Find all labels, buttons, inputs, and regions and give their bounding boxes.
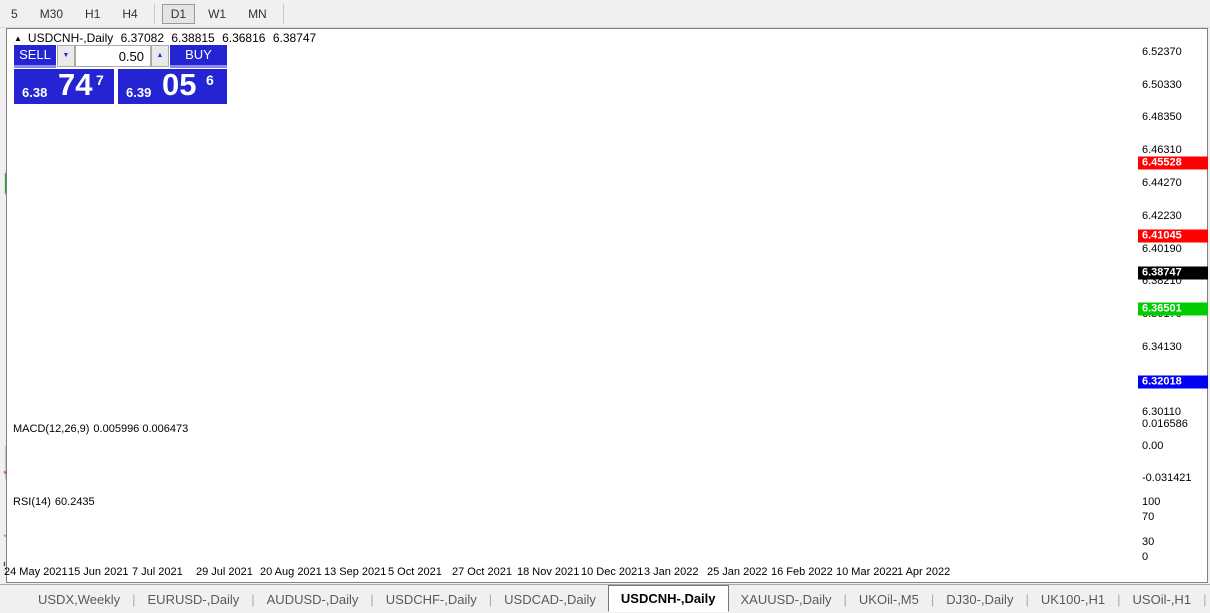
- tab-usdcad-daily[interactable]: USDCAD-,Daily: [492, 588, 608, 611]
- chart-symbol-label: USDCNH-,Daily: [28, 31, 113, 45]
- volume-decrease-button[interactable]: ▼: [57, 45, 75, 67]
- buy-price-box[interactable]: 6.39 05 6: [118, 69, 227, 104]
- ohlc-low: 6.36816: [222, 31, 265, 45]
- buy-button[interactable]: BUY: [170, 45, 227, 68]
- rsi-label: RSI(14)60.2435: [13, 496, 99, 508]
- timeframe-button-5[interactable]: 5: [2, 4, 27, 24]
- macd-axis-label: 0.016586: [1142, 418, 1188, 430]
- timeframe-button-w1[interactable]: W1: [199, 4, 235, 24]
- sell-price-box[interactable]: 6.38 74 7: [14, 69, 114, 104]
- date-axis-label: 24 May 2021: [4, 566, 68, 578]
- macd-axis-label: 0.00: [1142, 440, 1163, 452]
- rsi-axis-label: 0: [1142, 551, 1148, 563]
- chart-title: ▲ USDCNH-,Daily 6.37082 6.38815 6.36816 6…: [14, 31, 320, 45]
- ohlc-close: 6.38747: [273, 31, 316, 45]
- timeframe-button-d1[interactable]: D1: [162, 4, 195, 24]
- volume-input[interactable]: [75, 45, 151, 67]
- price-axis-label: 6.52370: [1142, 46, 1182, 58]
- buy-price-sup: 6: [206, 72, 214, 88]
- macd-splitter[interactable]: [6, 414, 1208, 420]
- rsi-splitter[interactable]: [6, 487, 1208, 493]
- price-axis-label: 6.46310: [1142, 144, 1182, 156]
- date-axis-label: 16 Feb 2022: [771, 566, 833, 578]
- tab-audusd-daily[interactable]: AUDUSD-,Daily: [255, 588, 371, 611]
- price-badge: 6.32018: [1138, 375, 1208, 388]
- chart-window-frame: [6, 28, 1208, 583]
- price-axis-label: 6.40190: [1142, 243, 1182, 255]
- date-axis-label: 20 Aug 2021: [260, 566, 322, 578]
- timeframe-button-h1[interactable]: H1: [76, 4, 109, 24]
- tab-ukoil-m5[interactable]: UKOil-,M5: [847, 588, 931, 611]
- tab-usdchf-daily[interactable]: USDCHF-,Daily: [374, 588, 489, 611]
- macd-label: MACD(12,26,9)0.005996 0.006473: [13, 423, 192, 435]
- macd-axis-label: -0.031421: [1142, 472, 1192, 484]
- date-axis-label: 29 Jul 2021: [196, 566, 253, 578]
- date-axis-label: 5 Oct 2021: [388, 566, 442, 578]
- price-axis-label: 6.34130: [1142, 341, 1182, 353]
- timeframe-button-mn[interactable]: MN: [239, 4, 276, 24]
- tab-usdcnh-daily[interactable]: USDCNH-,Daily: [608, 585, 729, 612]
- timeframe-button-h4[interactable]: H4: [113, 4, 146, 24]
- sell-price-sup: 7: [96, 72, 104, 88]
- rsi-axis-label: 30: [1142, 536, 1154, 548]
- date-axis-label: 10 Dec 2021: [581, 566, 643, 578]
- price-badge: 6.45528: [1138, 157, 1208, 170]
- price-axis-label: 6.44270: [1142, 177, 1182, 189]
- tab-dj30-daily[interactable]: DJ30-,Daily: [934, 588, 1025, 611]
- price-badge: 6.41045: [1138, 229, 1208, 242]
- date-axis-label: 3 Jan 2022: [644, 566, 698, 578]
- rsi-axis-label: 70: [1142, 511, 1154, 523]
- tab-usoil-h1[interactable]: USOil-,H1: [1121, 588, 1204, 611]
- ohlc-open: 6.37082: [121, 31, 164, 45]
- ohlc-high: 6.38815: [171, 31, 214, 45]
- price-axis-label: 6.42230: [1142, 210, 1182, 222]
- price-axis-label: 6.48350: [1142, 111, 1182, 123]
- toolbar-separator: [283, 4, 284, 24]
- tab-hk50-h1[interactable]: HK50-,H1: [1206, 588, 1210, 611]
- toolbar-separator: [154, 4, 155, 24]
- tab-usdx-weekly[interactable]: USDX,Weekly: [26, 588, 132, 611]
- volume-increase-button[interactable]: ▲: [151, 45, 169, 67]
- price-axis-label: 6.30110: [1142, 406, 1181, 418]
- sell-button[interactable]: SELL: [14, 45, 56, 68]
- date-axis-label: 27 Oct 2021: [452, 566, 512, 578]
- date-axis-label: 25 Jan 2022: [707, 566, 768, 578]
- price-badge: 6.38747: [1138, 266, 1208, 279]
- buy-price-prefix: 6.39: [126, 85, 151, 100]
- collapse-triangle-icon[interactable]: ▲: [14, 34, 22, 43]
- date-axis-label: 10 Mar 2022: [836, 566, 898, 578]
- sell-price-prefix: 6.38: [22, 85, 47, 100]
- price-axis-label: 6.50330: [1142, 79, 1182, 91]
- tab-uk100-h1[interactable]: UK100-,H1: [1029, 588, 1117, 611]
- date-axis-label: 13 Sep 2021: [324, 566, 386, 578]
- date-axis-label: 18 Nov 2021: [517, 566, 579, 578]
- buy-price-big: 05: [162, 67, 196, 103]
- date-axis-label: 7 Jul 2021: [132, 566, 183, 578]
- symbol-tab-bar: USDX,Weekly|EURUSD-,Daily|AUDUSD-,Daily|…: [0, 584, 1210, 613]
- price-badge: 6.36501: [1138, 303, 1208, 316]
- tab-eurusd-daily[interactable]: EURUSD-,Daily: [136, 588, 252, 611]
- tab-xauusd-daily[interactable]: XAUUSD-,Daily: [729, 588, 844, 611]
- rsi-axis-label: 100: [1142, 496, 1160, 508]
- date-axis-label: 1 Apr 2022: [897, 566, 950, 578]
- sell-price-big: 74: [58, 67, 92, 103]
- timeframe-toolbar: 5M30H1H4 D1W1MN: [0, 0, 1210, 28]
- timeframe-button-m30[interactable]: M30: [31, 4, 72, 24]
- date-axis-label: 15 Jun 2021: [68, 566, 129, 578]
